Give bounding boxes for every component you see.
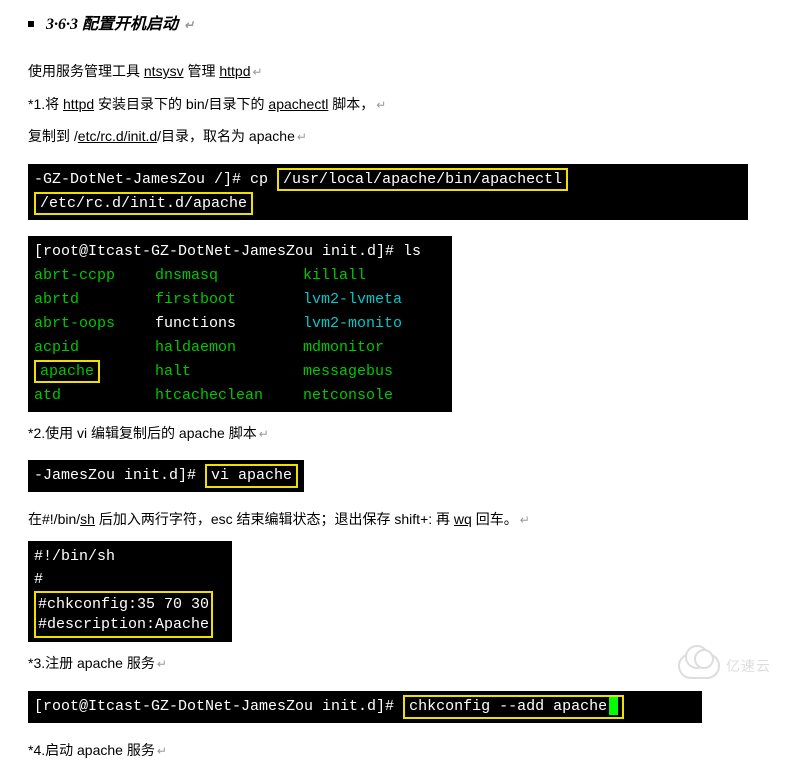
ls-item: mdmonitor	[303, 336, 402, 360]
chkconfig-cmd-wrap: chkconfig --add apache	[403, 695, 624, 719]
ls-item: messagebus	[303, 360, 402, 384]
intro-line-1: 使用服务管理工具 ntsysv 管理 httpd↵	[28, 58, 757, 85]
cursor-icon	[609, 697, 618, 715]
line-return-icon: ↵	[157, 744, 167, 758]
link-httpd: httpd	[219, 63, 250, 79]
ls-item: atd	[34, 384, 115, 408]
section-number-title: 3·6·3 配置开机启动	[46, 16, 178, 33]
ls-item: lvm2-lvmeta	[303, 288, 402, 312]
prompt: [root@Itcast-GZ-DotNet-JamesZou init.d]#	[34, 698, 403, 715]
ls-item: htcacheclean	[155, 384, 263, 408]
sh-description-line: #description:Apache	[38, 615, 209, 635]
ls-item: haldaemon	[155, 336, 263, 360]
text: *2.使用 vi 编辑复制后的 apache 脚本	[28, 425, 257, 441]
cp-dest-path: /etc/rc.d/init.d/apache	[34, 192, 253, 216]
terminal-sh-script: #!/bin/sh # #chkconfig:35 70 30 #descrip…	[28, 541, 232, 643]
ls-item: firstboot	[155, 288, 263, 312]
link-ntsysv: ntsysv	[144, 63, 184, 79]
line-return-icon: ↵	[184, 18, 194, 32]
text: 后加入两行字符，esc 结束编辑状态；退出保存 shift+: 再	[95, 511, 454, 527]
ls-item: abrt-ccpp	[34, 264, 115, 288]
prompt: -JamesZou init.d]#	[34, 467, 205, 484]
text: 复制到 /	[28, 128, 78, 144]
ls-item: abrt-oops	[34, 312, 115, 336]
word-apachectl: apachectl	[268, 96, 328, 112]
text: 管理	[184, 63, 220, 79]
step-4-line: *4.启动 apache 服务↵	[28, 737, 757, 764]
vi-apache-cmd: vi apache	[205, 464, 298, 488]
apache-highlight: apache	[34, 360, 100, 384]
ls-item: killall	[303, 264, 402, 288]
ls-item: abrtd	[34, 288, 115, 312]
text: 使用服务管理工具	[28, 63, 144, 79]
ls-item: lvm2-monito	[303, 312, 402, 336]
ls-col-3: killall lvm2-lvmeta lvm2-monito mdmonito…	[303, 264, 402, 408]
ls-item: netconsole	[303, 384, 402, 408]
sh-hl-wrap: #chkconfig:35 70 30 #description:Apache	[34, 591, 226, 638]
section-heading: 3·6·3 配置开机启动 ↵	[28, 10, 757, 34]
terminal-vi-command: -JamesZou init.d]# vi apache	[28, 460, 304, 492]
sh-comment: #	[34, 568, 226, 591]
ls-item: halt	[155, 360, 263, 384]
ls-item-apache: apache	[34, 360, 115, 384]
line-return-icon: ↵	[157, 657, 167, 671]
word-wq: wq	[454, 511, 472, 527]
ls-col-2: dnsmasq firstboot functions haldaemon ha…	[155, 264, 263, 408]
sh-chkconfig-line: #chkconfig:35 70 30	[38, 595, 209, 615]
text: *1.将	[28, 96, 63, 112]
sh-shebang: #!/bin/sh	[34, 545, 226, 568]
step-2-line: *2.使用 vi 编辑复制后的 apache 脚本↵	[28, 420, 757, 447]
prompt-ls: [root@Itcast-GZ-DotNet-JamesZou init.d]#…	[34, 240, 446, 264]
cp-source-path: /usr/local/apache/bin/apachectl	[277, 168, 568, 192]
text: 在#!/bin/	[28, 511, 80, 527]
line-return-icon: ↵	[520, 513, 530, 527]
text: *4.启动 apache 服务	[28, 742, 155, 758]
sh-instruction: 在#!/bin/sh 后加入两行字符，esc 结束编辑状态；退出保存 shift…	[28, 506, 757, 533]
text: 安装目录下的 bin/目录下的	[94, 96, 268, 112]
line-return-icon: ↵	[297, 130, 307, 144]
prompt: -GZ-DotNet-JamesZou /]# cp	[34, 171, 277, 188]
chkconfig-cmd: chkconfig --add apache	[409, 698, 607, 715]
path-initd: etc/rc.d/init.d	[78, 128, 157, 144]
text: 回车。	[472, 511, 518, 527]
line-return-icon: ↵	[376, 98, 386, 112]
step-1-line-a: *1.将 httpd 安装目录下的 bin/目录下的 apachectl 脚本，…	[28, 91, 757, 118]
ls-item: dnsmasq	[155, 264, 263, 288]
word-sh: sh	[80, 511, 95, 527]
terminal-chkconfig-command: [root@Itcast-GZ-DotNet-JamesZou init.d]#…	[28, 691, 702, 723]
ls-item: acpid	[34, 336, 115, 360]
line-return-icon: ↵	[253, 65, 263, 79]
ls-col-1: abrt-ccpp abrtd abrt-oops acpid apache a…	[34, 264, 115, 408]
terminal-ls-output: [root@Itcast-GZ-DotNet-JamesZou init.d]#…	[28, 236, 452, 412]
text: 脚本，	[328, 96, 374, 112]
ls-item-functions: functions	[155, 312, 263, 336]
word-httpd: httpd	[63, 96, 94, 112]
text: *3.注册 apache 服务	[28, 655, 155, 671]
bullet-icon	[28, 21, 34, 27]
terminal-cp-command: -GZ-DotNet-JamesZou /]# cp /usr/local/ap…	[28, 164, 748, 220]
step-1-line-b: 复制到 /etc/rc.d/init.d/目录，取名为 apache↵	[28, 123, 757, 150]
line-return-icon: ↵	[259, 427, 269, 441]
text: /目录，取名为 apache	[157, 128, 295, 144]
step-3-line: *3.注册 apache 服务↵	[28, 650, 757, 677]
